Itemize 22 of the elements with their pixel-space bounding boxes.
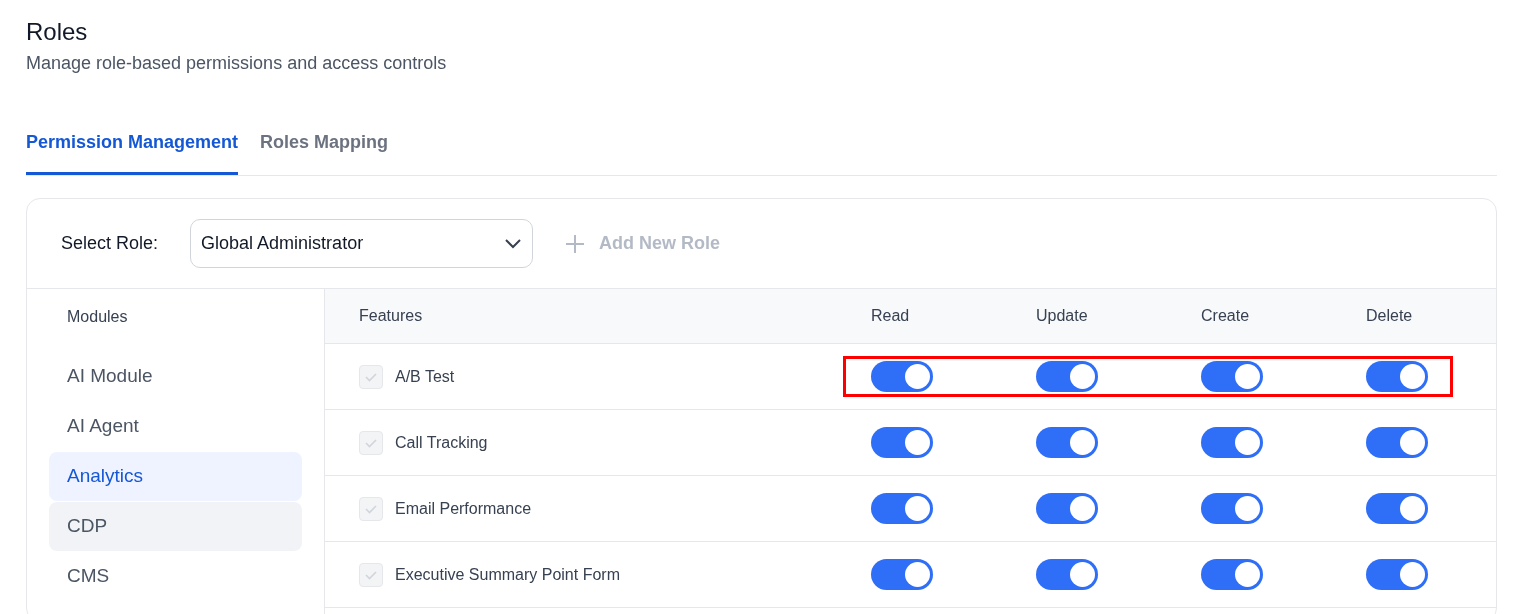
page-subtitle: Manage role-based permissions and access controls <box>26 52 447 75</box>
select-role-label: Select Role: <box>61 232 159 255</box>
column-header: Delete <box>1366 307 1413 324</box>
module-item[interactable]: CMS <box>49 552 302 601</box>
module-item[interactable]: CDP <box>49 502 302 551</box>
column-header: Update <box>1036 307 1088 324</box>
feature-name: A/B Test <box>395 366 455 387</box>
page-title: Roles <box>26 18 88 46</box>
column-header: Create <box>1201 307 1250 324</box>
column-header: Read <box>871 307 910 324</box>
module-item[interactable]: AI Agent <box>49 402 302 451</box>
modules-heading: Modules <box>66 306 129 327</box>
feature-name: Call Tracking <box>395 432 488 453</box>
feature-name: Email Performance <box>395 498 532 519</box>
module-item[interactable]: AI Module <box>49 352 302 401</box>
role-dropdown[interactable]: Global Administrator <box>190 219 534 268</box>
tab[interactable]: Roles Mapping <box>260 129 389 175</box>
plus-icon <box>565 233 586 254</box>
feature-name: Executive Summary Point Form <box>395 564 620 585</box>
module-item[interactable]: Analytics <box>49 452 302 501</box>
tab[interactable]: Permission Management <box>26 129 239 175</box>
column-header: Features <box>359 307 423 324</box>
